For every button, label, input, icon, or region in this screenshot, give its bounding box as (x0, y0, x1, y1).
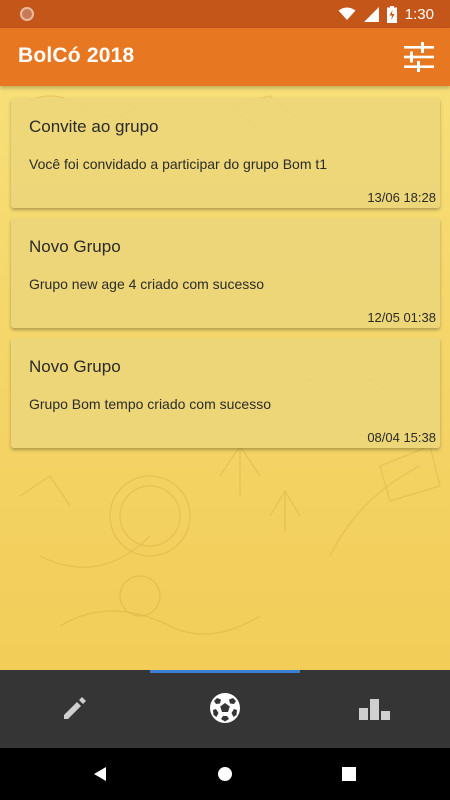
notification-message: Você foi convidado a participar do grupo… (29, 156, 328, 172)
notification-message: Grupo Bom tempo criado com sucesso (29, 396, 271, 412)
back-icon[interactable] (88, 762, 112, 786)
recents-icon[interactable] (337, 762, 361, 786)
wifi-icon (338, 7, 356, 21)
nav-tab-games[interactable] (150, 673, 300, 748)
notification-title: Convite ao grupo (29, 117, 159, 136)
tune-sliders-icon[interactable] (402, 41, 436, 73)
notification-time: 08/04 15:38 (367, 430, 436, 445)
podium-icon (359, 696, 391, 725)
notification-time: 12/05 01:38 (367, 310, 436, 325)
notification-card[interactable]: Novo Grupo Grupo Bom tempo criado com su… (11, 338, 440, 448)
notification-card[interactable]: Convite ao grupo Você foi convidado a pa… (11, 98, 440, 208)
status-icons: 1:30 (338, 4, 434, 24)
system-navigation-bar (0, 748, 450, 800)
status-bar: 1:30 (0, 0, 450, 28)
notification-title: Novo Grupo (29, 237, 121, 256)
nav-tab-ranking[interactable] (300, 673, 450, 748)
battery-charging-icon (386, 5, 397, 23)
app-title: BolCó 2018 (18, 44, 135, 67)
home-icon[interactable] (213, 762, 237, 786)
pencil-icon (61, 694, 89, 727)
bottom-navigation (0, 670, 450, 748)
soccer-ball-icon (209, 692, 241, 729)
notification-card[interactable]: Novo Grupo Grupo new age 4 criado com su… (11, 218, 440, 328)
notifications-list[interactable]: Convite ao grupo Você foi convidado a pa… (0, 86, 450, 670)
notification-time: 13/06 18:28 (367, 190, 436, 205)
app-bar: BolCó 2018 (0, 28, 450, 86)
notification-dot-icon (20, 7, 34, 21)
status-time: 1:30 (404, 5, 434, 23)
signal-icon (363, 6, 379, 22)
nav-tab-edit[interactable] (0, 673, 150, 748)
notification-message: Grupo new age 4 criado com sucesso (29, 276, 265, 292)
notification-title: Novo Grupo (29, 357, 121, 376)
